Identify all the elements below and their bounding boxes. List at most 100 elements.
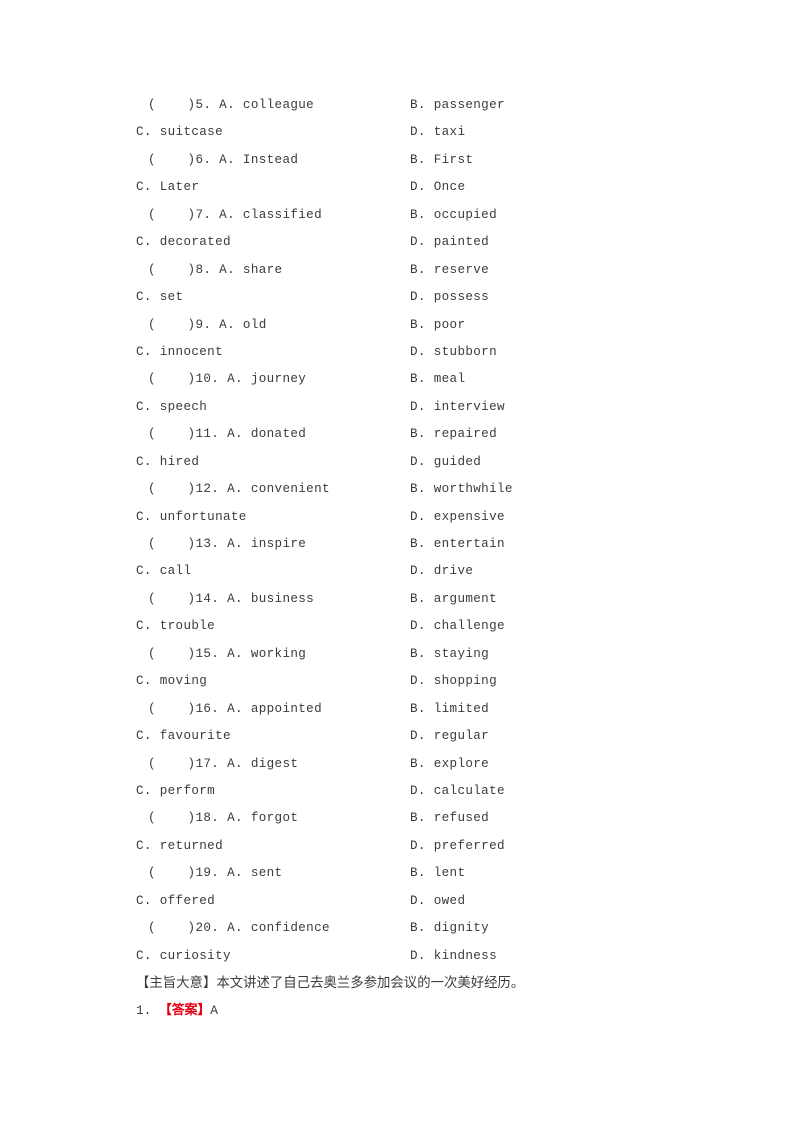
question-row-ab: ( )15. A. working B. staying [136, 641, 736, 668]
answer-blank-marker[interactable]: ( )12. [148, 482, 227, 496]
option-b-text[interactable]: lent [434, 866, 466, 880]
option-a-label: A. [227, 537, 251, 551]
option-d-cell: D. Once [410, 174, 465, 201]
option-b-text[interactable]: meal [434, 372, 466, 386]
option-b-text[interactable]: occupied [434, 208, 497, 222]
option-a-text[interactable]: convenient [251, 482, 330, 496]
option-b-label: B. [410, 866, 434, 881]
option-c-text[interactable]: speech [160, 400, 207, 414]
option-a-cell: ( )8. A. share [136, 257, 282, 284]
option-c-label: C. [136, 893, 160, 908]
option-a-text[interactable]: sent [251, 866, 283, 880]
option-c-text[interactable]: curiosity [160, 949, 231, 963]
option-b-text[interactable]: First [434, 153, 474, 167]
option-c-text[interactable]: perform [160, 784, 215, 798]
option-d-label: D. [410, 290, 434, 305]
option-d-text[interactable]: regular [434, 729, 489, 743]
option-b-text[interactable]: staying [434, 647, 489, 661]
option-a-label: A. [227, 811, 251, 826]
option-a-label: A. [227, 482, 251, 497]
option-b-text[interactable]: repaired [434, 427, 497, 441]
answer-blank-marker[interactable]: ( )14. [148, 592, 227, 606]
option-c-text[interactable]: call [160, 564, 192, 578]
option-d-text[interactable]: owed [434, 894, 466, 908]
option-d-text[interactable]: expensive [434, 510, 505, 524]
option-c-text[interactable]: favourite [160, 729, 231, 743]
answer-blank-marker[interactable]: ( )20. [148, 921, 227, 935]
answer-blank-marker[interactable]: ( )6. [148, 153, 219, 167]
option-b-label: B. [410, 701, 434, 716]
option-d-label: D. [410, 235, 434, 250]
answer-blank-marker[interactable]: ( )13. [148, 537, 227, 551]
option-c-label: C. [136, 564, 160, 579]
option-b-text[interactable]: poor [434, 318, 466, 332]
option-a-text[interactable]: working [251, 647, 306, 661]
option-b-text[interactable]: refused [434, 811, 489, 825]
option-c-text[interactable]: moving [160, 674, 207, 688]
option-b-text[interactable]: explore [434, 757, 489, 771]
option-d-text[interactable]: drive [434, 564, 474, 578]
option-d-text[interactable]: kindness [434, 949, 497, 963]
option-d-label: D. [410, 838, 434, 853]
question-row-ab: ( )8. A. share B. reserve [136, 257, 736, 284]
answer-blank-marker[interactable]: ( )17. [148, 757, 227, 771]
option-c-text[interactable]: unfortunate [160, 510, 247, 524]
option-c-text[interactable]: trouble [160, 619, 215, 633]
option-b-text[interactable]: entertain [434, 537, 505, 551]
option-d-text[interactable]: taxi [434, 125, 466, 139]
option-a-text[interactable]: digest [251, 757, 298, 771]
option-b-text[interactable]: reserve [434, 263, 489, 277]
option-a-text[interactable]: share [243, 263, 283, 277]
option-b-text[interactable]: passenger [434, 98, 505, 112]
answer-blank-marker[interactable]: ( )8. [148, 263, 219, 277]
option-a-text[interactable]: classified [243, 208, 322, 222]
option-d-text[interactable]: possess [434, 290, 489, 304]
answer-blank-marker[interactable]: ( )10. [148, 372, 227, 386]
option-d-text[interactable]: challenge [434, 619, 505, 633]
option-a-text[interactable]: colleague [243, 98, 314, 112]
option-d-text[interactable]: stubborn [434, 345, 497, 359]
answer-blank-marker[interactable]: ( )11. [148, 427, 227, 441]
option-b-cell: B. refused [410, 805, 489, 832]
option-b-text[interactable]: limited [434, 702, 489, 716]
option-c-text[interactable]: decorated [160, 235, 231, 249]
answer-blank-marker[interactable]: ( )16. [148, 702, 227, 716]
answer-blank-marker[interactable]: ( )5. [148, 98, 219, 112]
option-a-text[interactable]: business [251, 592, 314, 606]
option-d-text[interactable]: preferred [434, 839, 505, 853]
option-a-text[interactable]: forgot [251, 811, 298, 825]
option-c-label: C. [136, 290, 160, 305]
option-a-text[interactable]: old [243, 318, 267, 332]
option-a-text[interactable]: Instead [243, 153, 298, 167]
option-d-text[interactable]: painted [434, 235, 489, 249]
option-c-text[interactable]: Later [160, 180, 200, 194]
option-c-text[interactable]: suitcase [160, 125, 223, 139]
option-d-text[interactable]: shopping [434, 674, 497, 688]
option-d-text[interactable]: guided [434, 455, 481, 469]
option-a-text[interactable]: confidence [251, 921, 330, 935]
answer-blank-marker[interactable]: ( )18. [148, 811, 227, 825]
option-d-text[interactable]: calculate [434, 784, 505, 798]
option-b-text[interactable]: argument [434, 592, 497, 606]
answer-blank-marker[interactable]: ( )19. [148, 866, 227, 880]
option-b-text[interactable]: dignity [434, 921, 489, 935]
option-c-label: C. [136, 948, 160, 963]
option-c-text[interactable]: set [160, 290, 184, 304]
option-c-text[interactable]: returned [160, 839, 223, 853]
option-a-text[interactable]: inspire [251, 537, 306, 551]
option-d-text[interactable]: Once [434, 180, 466, 194]
question-row-ab: ( )16. A. appointed B. limited [136, 696, 736, 723]
option-b-text[interactable]: worthwhile [434, 482, 513, 496]
option-a-text[interactable]: journey [251, 372, 306, 386]
option-b-cell: B. poor [410, 312, 465, 339]
option-a-text[interactable]: donated [251, 427, 306, 441]
option-a-text[interactable]: appointed [251, 702, 322, 716]
option-c-text[interactable]: hired [160, 455, 200, 469]
answer-blank-marker[interactable]: ( )15. [148, 647, 227, 661]
option-c-text[interactable]: innocent [160, 345, 223, 359]
option-c-text[interactable]: offered [160, 894, 215, 908]
answer-blank-marker[interactable]: ( )7. [148, 208, 219, 222]
answer-blank-marker[interactable]: ( )9. [148, 318, 219, 332]
option-b-label: B. [410, 317, 434, 332]
option-d-text[interactable]: interview [434, 400, 505, 414]
